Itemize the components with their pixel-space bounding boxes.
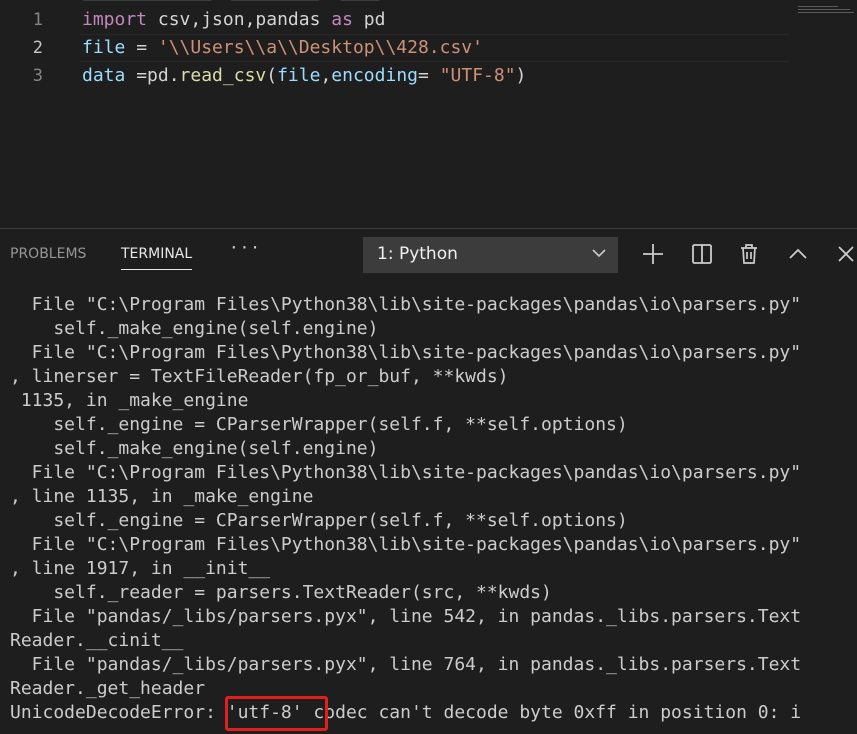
terminal-line: File "C:\Program Files\Python38\lib\site… [10,342,802,363]
terminal-line: , line 1917, in __init__ [10,558,271,579]
terminal-line: self._reader = parsers.TextReader(src, *… [10,582,552,603]
code-line[interactable]: 3 data =pd.read_csv(file,encoding= "UTF-8… [0,62,857,90]
tab-problems[interactable]: PROBLEMS [10,246,86,262]
more-actions-icon[interactable]: ··· [229,238,261,257]
terminal-line: self._engine = CParserWrapper(self.f, **… [10,414,628,435]
code-token: encoding [331,65,418,86]
split-icon[interactable] [690,242,714,266]
terminal-line: File "pandas/_libs/parsers.pyx", line 54… [10,606,802,627]
code-token: ) [515,65,527,86]
code-token: '\\Users\\a\\Desktop\\428.csv' [157,37,483,58]
code-token: read_csv [179,65,267,86]
terminal-select-label: 1: Python [377,244,458,264]
bottom-panel: PROBLEMS TERMINAL ··· 1: Python File "C:… [0,228,857,734]
trash-icon[interactable] [737,242,761,266]
chevron-down-icon [592,249,606,258]
terminal-line: Reader.__cinit__ [10,630,184,651]
terminal-line: File "C:\Program Files\Python38\lib\site… [10,534,802,555]
code-token: data [82,65,126,86]
code-line[interactable]: 2 file = '\\Users\\a\\Desktop\\428.csv' [0,34,857,62]
error-highlight-box [225,696,328,731]
code-token: file [82,37,126,58]
code-editor[interactable]: 1 import csv,json,pandas as pd 2 file = '\\… [0,0,857,228]
terminal-select-dropdown[interactable]: 1: Python [363,237,618,273]
line-number: 1 [32,10,43,30]
terminal-line: 1135, in _make_engine [10,390,249,411]
code-token: =pd. [125,65,180,86]
terminal-line: Reader._get_header [10,678,206,699]
line-number: 3 [32,66,43,86]
terminal-line: , line 1135, in _make_engine [10,486,314,507]
close-icon[interactable] [834,242,857,266]
plus-icon[interactable] [641,242,665,266]
tab-terminal[interactable]: TERMINAL [121,246,193,270]
code-text: import csv,json,pandas as pd [82,6,385,34]
terminal-line: File "pandas/_libs/parsers.pyx", line 76… [10,654,802,675]
code-line[interactable]: 1 import csv,json,pandas as pd [0,6,857,34]
terminal-line: UnicodeDecodeError: 'utf-8' codec can't … [10,702,802,723]
code-text: data =pd.read_csv(file,encoding= "UTF-8"… [82,62,526,90]
code-token: ( [266,65,278,86]
code-token: as [331,9,353,30]
code-token: csv,json,pandas [147,9,332,30]
code-token: = [125,37,158,58]
scrolled-previous-line [0,0,857,5]
code-token: file [277,65,321,86]
code-token: pd [352,9,386,30]
code-text: file = '\\Users\\a\\Desktop\\428.csv' [82,34,483,62]
chevron-up-icon[interactable] [786,242,810,266]
terminal-line: self._engine = CParserWrapper(self.f, **… [10,510,628,531]
code-token: import [82,9,148,30]
line-number: 2 [32,38,43,58]
code-token: "UTF-8" [439,65,516,86]
code-token: = [418,65,440,86]
terminal-line: , linerser = TextFileReader(fp_or_buf, *… [10,366,509,387]
terminal-line: File "C:\Program Files\Python38\lib\site… [10,462,802,483]
terminal-output[interactable]: File "C:\Program Files\Python38\lib\site… [10,293,857,725]
code-token: , [320,65,332,86]
terminal-line: self._make_engine(self.engine) [10,438,379,459]
terminal-line: File "C:\Program Files\Python38\lib\site… [10,294,802,315]
terminal-line: self._make_engine(self.engine) [10,318,379,339]
